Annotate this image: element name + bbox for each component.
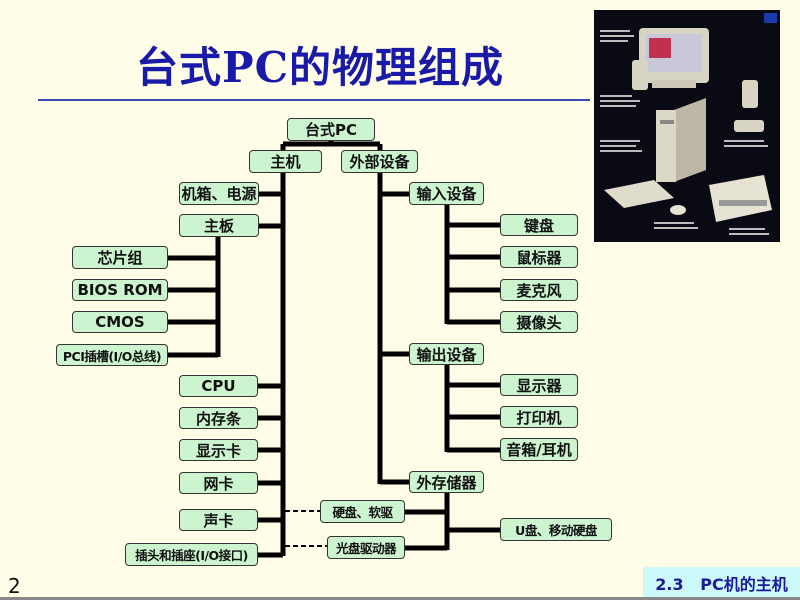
node-microphone: 麦克风 xyxy=(500,279,578,301)
node-printer: 打印机 xyxy=(500,406,578,428)
node-io-ports: 插头和插座(I/O接口) xyxy=(125,543,258,566)
node-keyboard: 键盘 xyxy=(500,214,578,236)
node-optical-drive: 光盘驱动器 xyxy=(327,536,405,559)
node-case-power: 机箱、电源 xyxy=(179,182,259,205)
node-host: 主机 xyxy=(249,150,322,173)
node-desktop-pc: 台式PC xyxy=(287,118,375,141)
node-usb-drive: U盘、移动硬盘 xyxy=(500,518,612,541)
node-motherboard: 主板 xyxy=(179,214,259,237)
node-cmos: CMOS xyxy=(72,311,168,333)
page-number: 2 xyxy=(8,574,21,598)
section-footer: 2.3 PC机的主机 xyxy=(643,567,800,598)
node-cpu: CPU xyxy=(179,375,258,397)
node-sound-card: 声卡 xyxy=(179,509,258,531)
node-memory: 内存条 xyxy=(179,407,258,429)
node-chipset: 芯片组 xyxy=(72,246,168,269)
node-pci-slot: PCI插槽(I/O总线) xyxy=(56,344,168,366)
node-external-storage: 外存储器 xyxy=(409,471,484,493)
node-peripherals: 外部设备 xyxy=(341,150,418,173)
node-network-card: 网卡 xyxy=(179,472,258,494)
node-input-devices: 输入设备 xyxy=(409,182,484,205)
node-camera: 摄像头 xyxy=(500,311,578,333)
node-monitor: 显示器 xyxy=(500,374,578,396)
node-graphics-card: 显示卡 xyxy=(179,439,258,461)
node-bios-rom: BIOS ROM xyxy=(72,279,168,301)
slide: 台式PC的物理组成 台式PC 主机 外部设备 机箱、电源 主板 芯片组 BIOS… xyxy=(0,0,800,600)
node-output-devices: 输出设备 xyxy=(409,343,484,365)
node-hdd-floppy: 硬盘、软驱 xyxy=(320,500,405,523)
pc-components-photo xyxy=(594,10,780,242)
node-speakers: 音箱/耳机 xyxy=(500,438,578,461)
node-mouse: 鼠标器 xyxy=(500,246,578,268)
pc-illustration xyxy=(600,13,777,235)
